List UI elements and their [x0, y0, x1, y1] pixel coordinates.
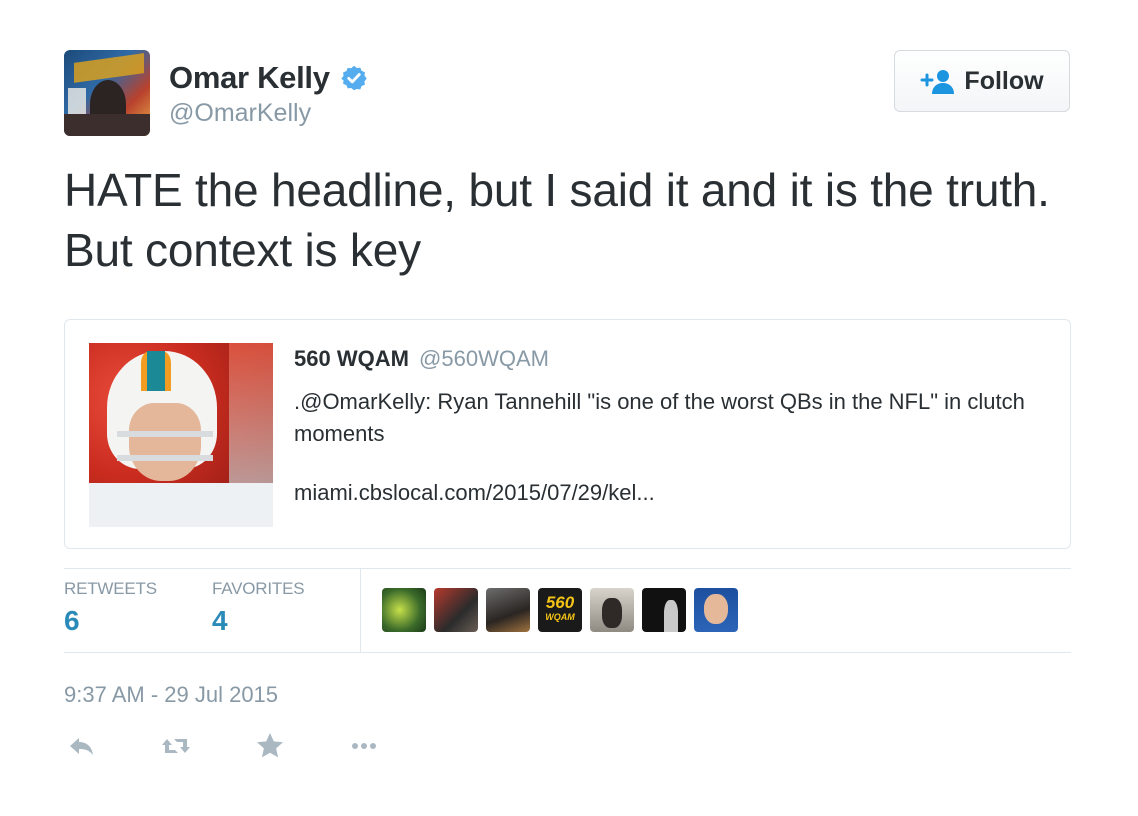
retweets-count: 6 [64, 605, 80, 636]
favoriter-avatar-logo-text: 560 WQAM [545, 593, 575, 622]
retweets-stat[interactable]: RETWEETS 6 [64, 579, 157, 637]
retweet-button[interactable] [158, 728, 194, 764]
favoriter-avatar[interactable] [694, 588, 738, 632]
quoted-author-handle[interactable]: @560WQAM [419, 346, 549, 371]
stats-divider-bottom [64, 652, 1071, 653]
author-avatar[interactable] [64, 50, 150, 136]
stats-divider-top [64, 568, 1071, 569]
add-person-icon [920, 70, 955, 94]
author-handle[interactable]: @OmarKelly [169, 99, 311, 128]
favorite-button[interactable] [252, 728, 288, 764]
quoted-tweet-card[interactable]: 560 WQAM @560WQAM .@OmarKelly: Ryan Tann… [64, 319, 1071, 549]
reply-icon [70, 738, 93, 755]
favoriter-avatar[interactable]: 560 WQAM [538, 588, 582, 632]
follow-button-label: Follow [964, 66, 1044, 95]
quoted-tweet-header: 560 WQAM @560WQAM [294, 346, 549, 372]
favoriter-avatar[interactable] [590, 588, 634, 632]
reply-button[interactable] [64, 728, 100, 764]
favorited-by-avatars: 560 WQAM [382, 588, 746, 632]
retweet-icon [162, 739, 190, 753]
author-name[interactable]: Omar Kelly [169, 60, 330, 96]
tweet: Omar Kelly @OmarKelly Follow HATE the he… [0, 0, 1138, 816]
quoted-author-name[interactable]: 560 WQAM [294, 346, 409, 371]
favorites-label: FAVORITES [212, 579, 305, 598]
star-icon [257, 733, 283, 758]
favoriter-avatar[interactable] [434, 588, 478, 632]
tweet-text: HATE the headline, but I said it and it … [64, 164, 1050, 276]
retweets-label: RETWEETS [64, 579, 157, 598]
favorites-stat[interactable]: FAVORITES 4 [212, 579, 305, 637]
author-name-row[interactable]: Omar Kelly [169, 60, 368, 96]
favoriter-avatar[interactable] [486, 588, 530, 632]
more-button[interactable] [346, 728, 382, 764]
favoriter-avatar[interactable] [642, 588, 686, 632]
tweet-actions [64, 728, 440, 764]
quoted-tweet-link[interactable]: miami.cbslocal.com/2015/07/29/kel... [294, 480, 655, 506]
favorites-count: 4 [212, 605, 228, 636]
more-icon [352, 743, 376, 749]
quoted-tweet-image[interactable] [89, 343, 273, 527]
quoted-tweet-text: .@OmarKelly: Ryan Tannehill "is one of t… [294, 389, 1025, 446]
favoriter-avatar[interactable] [382, 588, 426, 632]
tweet-timestamp[interactable]: 9:37 AM - 29 Jul 2015 [64, 682, 278, 708]
verified-badge-icon [341, 65, 367, 91]
follow-button[interactable]: Follow [894, 50, 1070, 112]
stats-divider-vertical [360, 569, 361, 652]
